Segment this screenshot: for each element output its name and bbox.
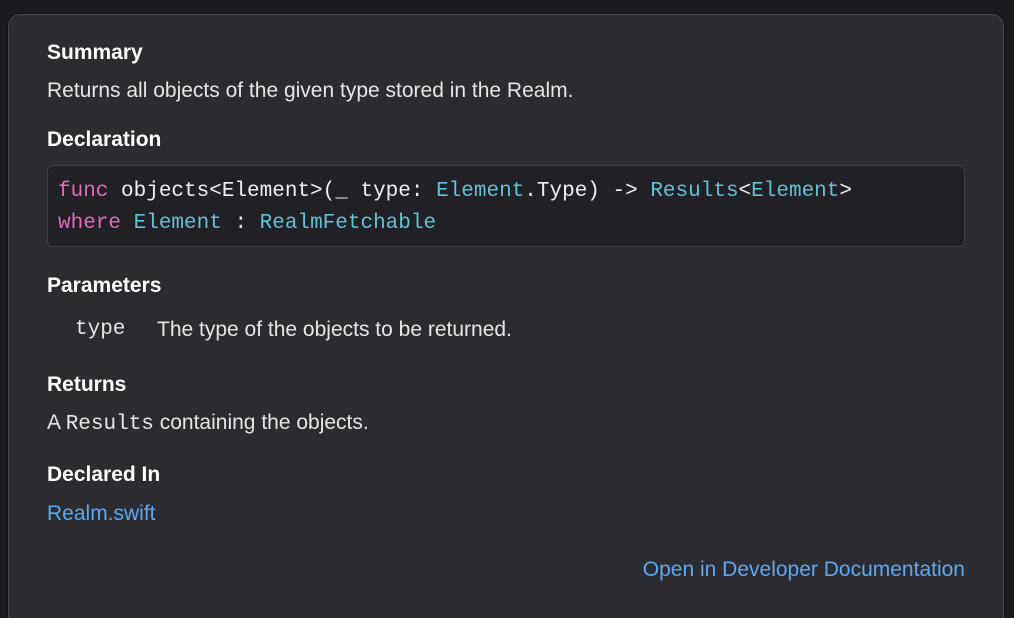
declaration-line-2: where Element : RealmFetchable [58,208,954,240]
declared-in-title: Declared In [47,463,161,486]
generic-open: < [738,180,752,203]
parameter-description: The type of the objects to be returned. [157,318,512,341]
open-developer-documentation-link[interactable]: Open in Developer Documentation [643,557,965,583]
editor-background: Summary Returns all objects of the given… [0,0,1014,618]
colon: : [221,212,260,235]
type-element-constraint: Element [133,212,222,235]
editor-strip [0,0,1014,12]
type-element: Element [436,180,525,203]
declared-in-file-link[interactable]: Realm.swift [47,501,156,527]
returns-code: Results [65,413,154,436]
summary-text: Returns all objects of the given type st… [47,79,574,102]
quick-help-popover: Summary Returns all objects of the given… [8,14,1004,618]
declaration-code-block: func objects<Element>(_ type: Element.Ty… [47,165,965,247]
declaration-line-1: func objects<Element>(_ type: Element.Ty… [58,176,954,208]
dot-type: .Type) -> [524,180,651,203]
type-realm-fetchable: RealmFetchable [259,212,437,235]
generic-close: > [839,180,852,203]
parameter-name: type [75,318,126,341]
parameters-title: Parameters [47,274,162,297]
returns-title: Returns [47,373,127,396]
keyword-func: func [58,180,109,203]
type-element-generic: Element [751,180,840,203]
keyword-where: where [58,212,122,235]
type-results: Results [650,180,739,203]
summary-title: Summary [47,41,143,64]
function-signature: objects<Element>(_ type: [108,180,437,203]
returns-suffix: containing the objects. [153,411,369,434]
returns-text: A Results containing the objects. [47,410,369,438]
declaration-title: Declaration [47,128,162,151]
returns-prefix: A [47,411,66,434]
